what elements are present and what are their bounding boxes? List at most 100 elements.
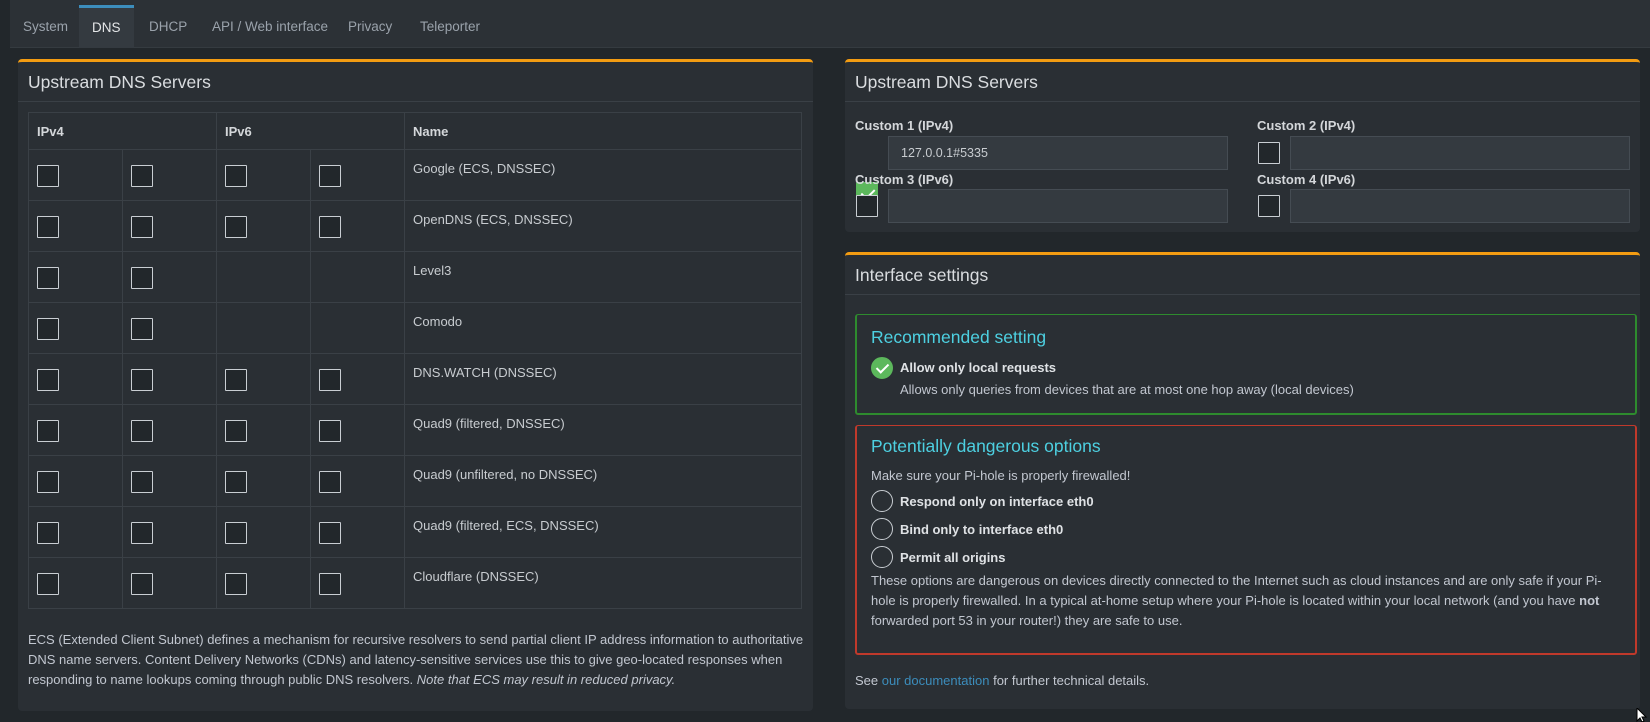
recommended-title: Recommended setting bbox=[871, 327, 1047, 347]
ipv4-secondary-checkbox[interactable] bbox=[131, 573, 153, 595]
ipv4-secondary-checkbox[interactable] bbox=[131, 165, 153, 187]
ipv4-secondary-checkbox[interactable] bbox=[131, 522, 153, 544]
checkbox-cell bbox=[28, 455, 123, 507]
checkbox-cell bbox=[28, 251, 123, 303]
checkbox-cell bbox=[310, 506, 405, 558]
permit-all-label[interactable]: Permit all origins bbox=[900, 550, 1005, 565]
ipv6-secondary-checkbox[interactable] bbox=[319, 471, 341, 493]
server-name: Google (ECS, DNSSEC) bbox=[404, 149, 802, 201]
ipv6-primary-checkbox[interactable] bbox=[225, 165, 247, 187]
ipv4-primary-checkbox[interactable] bbox=[37, 369, 59, 391]
custom4-input[interactable] bbox=[1290, 189, 1630, 223]
tab-api-web-interface[interactable]: API / Web interface bbox=[199, 5, 341, 48]
tab-teleporter[interactable]: Teleporter bbox=[407, 5, 493, 48]
ipv6-secondary-checkbox[interactable] bbox=[319, 573, 341, 595]
ecs-note-italic: Note that ECS may result in reduced priv… bbox=[416, 672, 676, 687]
server-name: Quad9 (unfiltered, no DNSSEC) bbox=[404, 455, 802, 507]
ipv4-primary-checkbox[interactable] bbox=[37, 522, 59, 544]
custom2-input[interactable] bbox=[1290, 136, 1630, 170]
ipv4-primary-checkbox[interactable] bbox=[37, 216, 59, 238]
local-requests-label[interactable]: Allow only local requests bbox=[900, 360, 1056, 375]
ipv4-primary-checkbox[interactable] bbox=[37, 420, 59, 442]
ipv4-secondary-checkbox[interactable] bbox=[131, 267, 153, 289]
ipv6-primary-checkbox[interactable] bbox=[225, 420, 247, 442]
ipv6-secondary-checkbox[interactable] bbox=[319, 522, 341, 544]
checkbox-cell bbox=[28, 302, 123, 354]
ipv4-primary-checkbox[interactable] bbox=[37, 318, 59, 340]
ipv6-secondary-checkbox[interactable] bbox=[319, 165, 341, 187]
respond-eth0-radio[interactable] bbox=[871, 490, 893, 512]
checkbox-cell bbox=[216, 506, 311, 558]
ipv4-primary-checkbox[interactable] bbox=[37, 165, 59, 187]
tab-dhcp[interactable]: DHCP bbox=[136, 5, 200, 48]
ipv6-primary-checkbox[interactable] bbox=[225, 369, 247, 391]
ipv6-primary-checkbox[interactable] bbox=[225, 522, 247, 544]
checkbox-cell bbox=[28, 506, 123, 558]
ipv4-secondary-checkbox[interactable] bbox=[131, 216, 153, 238]
tab-dns[interactable]: DNS bbox=[79, 5, 134, 48]
table-row: Google (ECS, DNSSEC) bbox=[28, 149, 802, 201]
table-row: Level3 bbox=[28, 251, 802, 303]
ecs-note-text: ECS (Extended Client Subnet) defines a m… bbox=[28, 632, 804, 687]
checkbox-cell bbox=[122, 353, 217, 405]
checkbox-cell bbox=[310, 302, 405, 354]
custom-dns-title: Upstream DNS Servers bbox=[845, 62, 1640, 102]
documentation-link[interactable]: our documentation bbox=[882, 673, 990, 688]
mouse-cursor-icon bbox=[1636, 708, 1648, 722]
table-row: OpenDNS (ECS, DNSSEC) bbox=[28, 200, 802, 252]
checkbox-cell bbox=[28, 353, 123, 405]
custom3-label: Custom 3 (IPv6) bbox=[855, 172, 954, 187]
custom2-checkbox[interactable] bbox=[1258, 142, 1280, 164]
column-header-ipv4: IPv4 bbox=[28, 112, 217, 150]
custom1-label: Custom 1 (IPv4) bbox=[855, 118, 954, 133]
bind-eth0-label[interactable]: Bind only to interface eth0 bbox=[900, 522, 1063, 537]
checkbox-cell bbox=[122, 302, 217, 354]
footer-post: for further technical details. bbox=[993, 673, 1150, 688]
ipv6-primary-checkbox[interactable] bbox=[225, 573, 247, 595]
ipv4-primary-checkbox[interactable] bbox=[37, 471, 59, 493]
checkbox-cell bbox=[310, 455, 405, 507]
tab-system[interactable]: System bbox=[10, 5, 81, 48]
tab-privacy[interactable]: Privacy bbox=[335, 5, 405, 48]
ipv4-secondary-checkbox[interactable] bbox=[131, 369, 153, 391]
checkbox-cell bbox=[216, 557, 311, 609]
respond-eth0-label[interactable]: Respond only on interface eth0 bbox=[900, 494, 1094, 509]
table-row: Quad9 (unfiltered, no DNSSEC) bbox=[28, 455, 802, 507]
ipv6-secondary-checkbox[interactable] bbox=[319, 420, 341, 442]
upstream-dns-table: IPv4 IPv6 Name Google (ECS, DNSSEC) OpenD… bbox=[28, 112, 802, 609]
custom3-input[interactable] bbox=[888, 189, 1228, 223]
firewall-warning: Make sure your Pi-hole is properly firew… bbox=[871, 468, 1131, 483]
custom3-checkbox[interactable] bbox=[856, 195, 878, 217]
ipv6-primary-checkbox[interactable] bbox=[225, 471, 247, 493]
custom4-checkbox[interactable] bbox=[1258, 195, 1280, 217]
permit-all-radio[interactable] bbox=[871, 546, 893, 568]
local-requests-radio[interactable] bbox=[871, 357, 893, 379]
checkbox-cell bbox=[310, 200, 405, 252]
custom-dns-box: Upstream DNS Servers Custom 1 (IPv4) Cus… bbox=[845, 59, 1640, 232]
ipv6-primary-checkbox[interactable] bbox=[225, 216, 247, 238]
ecs-note: ECS (Extended Client Subnet) defines a m… bbox=[28, 630, 808, 690]
table-row: Comodo bbox=[28, 302, 802, 354]
ipv4-secondary-checkbox[interactable] bbox=[131, 471, 153, 493]
table-row: Quad9 (filtered, ECS, DNSSEC) bbox=[28, 506, 802, 558]
checkbox-cell bbox=[122, 455, 217, 507]
table-row: Cloudflare (DNSSEC) bbox=[28, 557, 802, 609]
recommended-panel: Recommended setting Allow only local req… bbox=[855, 314, 1637, 415]
ipv4-secondary-checkbox[interactable] bbox=[131, 420, 153, 442]
settings-tabbar: System DNS DHCP API / Web interface Priv… bbox=[10, 0, 1650, 48]
checkbox-cell bbox=[310, 251, 405, 303]
column-header-name: Name bbox=[404, 112, 802, 150]
ipv4-primary-checkbox[interactable] bbox=[37, 573, 59, 595]
checkbox-cell bbox=[216, 302, 311, 354]
checkbox-cell bbox=[216, 404, 311, 456]
ipv4-primary-checkbox[interactable] bbox=[37, 267, 59, 289]
custom1-input[interactable] bbox=[888, 136, 1228, 170]
ipv6-secondary-checkbox[interactable] bbox=[319, 369, 341, 391]
table-row: Quad9 (filtered, DNSSEC) bbox=[28, 404, 802, 456]
bind-eth0-radio[interactable] bbox=[871, 518, 893, 540]
checkbox-cell bbox=[216, 200, 311, 252]
server-name: Quad9 (filtered, ECS, DNSSEC) bbox=[404, 506, 802, 558]
ipv6-secondary-checkbox[interactable] bbox=[319, 216, 341, 238]
interface-settings-box: Interface settings Recommended setting A… bbox=[845, 252, 1640, 709]
ipv4-secondary-checkbox[interactable] bbox=[131, 318, 153, 340]
